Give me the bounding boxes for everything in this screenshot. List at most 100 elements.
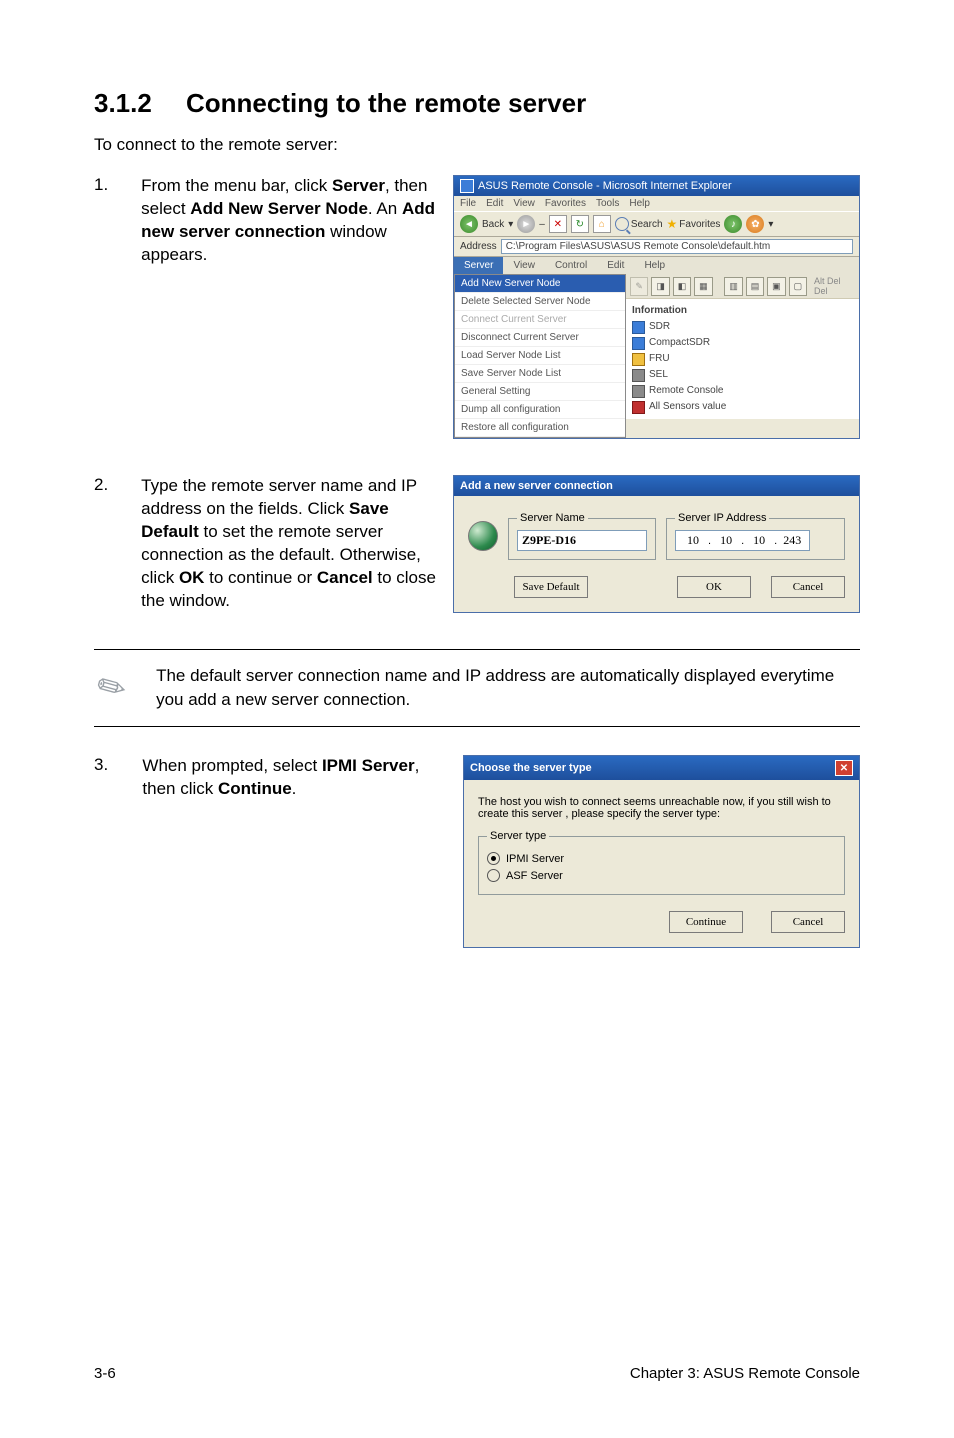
menu-add-new-server-node[interactable]: Add New Server Node — [455, 275, 625, 293]
server-ip-legend: Server IP Address — [675, 512, 769, 524]
app-menu-server[interactable]: Server — [454, 257, 503, 274]
remote-console-icon — [632, 385, 645, 398]
server-name-input[interactable] — [517, 530, 647, 551]
tool-icon[interactable]: ▤ — [746, 277, 764, 296]
choose-server-dialog: Choose the server type ✕ The host you wi… — [463, 755, 860, 948]
save-default-button[interactable]: Save Default — [514, 576, 588, 598]
radio-asf-label: ASF Server — [506, 870, 563, 882]
tree-sel[interactable]: SEL — [649, 367, 668, 383]
menu-disconnect-current-server[interactable]: Disconnect Current Server — [455, 329, 625, 347]
radio-asf-server[interactable]: ASF Server — [487, 869, 836, 882]
ie-toolbar: ◄ Back ▾ ► – ✕ ↻ ⌂ Search ★Favorites ♪ ✿… — [454, 211, 859, 237]
search-button[interactable]: Search — [615, 217, 663, 231]
continue-button[interactable]: Continue — [669, 911, 743, 933]
tool-icon[interactable]: ▦ — [694, 277, 712, 296]
history-button[interactable]: ✿ — [746, 215, 764, 233]
step2-number: 2. — [94, 475, 141, 495]
section-number: 3.1.2 — [94, 88, 186, 119]
step3-number: 3. — [94, 755, 142, 775]
server-ip-input[interactable]: . . . — [675, 530, 810, 551]
home-button[interactable]: ⌂ — [593, 215, 611, 233]
server-name-legend: Server Name — [517, 512, 588, 524]
tool-icon[interactable]: ◨ — [651, 277, 669, 296]
tool-icon[interactable]: ▣ — [767, 277, 785, 296]
stop-button[interactable]: ✕ — [549, 215, 567, 233]
sel-icon — [632, 369, 645, 382]
section-title: Connecting to the remote server — [186, 88, 586, 118]
chapter-label: Chapter 3: ASUS Remote Console — [630, 1365, 860, 1382]
divider — [94, 726, 860, 727]
app-menu-view[interactable]: View — [503, 257, 545, 274]
globe-icon — [468, 521, 498, 551]
cancel-button[interactable]: Cancel — [771, 576, 845, 598]
intro-text: To connect to the remote server: — [94, 135, 860, 155]
ok-button[interactable]: OK — [677, 576, 751, 598]
media-button[interactable]: ♪ — [724, 215, 742, 233]
sdr-icon — [632, 321, 645, 334]
star-icon: ★ — [667, 217, 678, 231]
tree-remote-console[interactable]: Remote Console — [649, 383, 723, 399]
back-button[interactable]: ◄ — [460, 215, 478, 233]
forward-button[interactable]: ► — [517, 215, 535, 233]
step1-number: 1. — [94, 175, 141, 195]
ie-menu-file[interactable]: File — [460, 198, 476, 209]
add-connection-dialog: Add a new server connection Server Name … — [453, 475, 860, 613]
app-menubar: Server View Control Edit Help — [454, 257, 859, 274]
fru-icon — [632, 353, 645, 366]
radio-ipmi-server[interactable]: IPMI Server — [487, 852, 836, 865]
tree-fru[interactable]: FRU — [649, 351, 670, 367]
tree-sdr[interactable]: SDR — [649, 319, 670, 335]
ip-octet-1[interactable] — [678, 532, 708, 549]
address-field[interactable]: C:\Program Files\ASUS\ASUS Remote Consol… — [501, 239, 853, 254]
add-dialog-titlebar: Add a new server connection — [454, 476, 859, 496]
section-heading: 3.1.2Connecting to the remote server — [94, 88, 860, 119]
step1-text: From the menu bar, click Server, then se… — [141, 175, 443, 267]
radio-off-icon — [487, 869, 500, 882]
ie-titlebar: ASUS Remote Console - Microsoft Internet… — [454, 176, 859, 196]
radio-ipmi-label: IPMI Server — [506, 853, 564, 865]
server-ip-fieldset: Server IP Address . . . — [666, 512, 845, 560]
tree-title: Information — [632, 303, 687, 319]
ie-menu-help[interactable]: Help — [629, 198, 650, 209]
tree-compactsdr[interactable]: CompactSDR — [649, 335, 710, 351]
tool-icon[interactable]: ▢ — [789, 277, 807, 296]
menu-save-server-node-list[interactable]: Save Server Node List — [455, 365, 625, 383]
app-menu-control[interactable]: Control — [545, 257, 597, 274]
cancel-button[interactable]: Cancel — [771, 911, 845, 933]
menu-general-setting[interactable]: General Setting — [455, 383, 625, 401]
app-menu-help[interactable]: Help — [634, 257, 675, 274]
ie-menu-tools[interactable]: Tools — [596, 198, 619, 209]
ie-menu-edit[interactable]: Edit — [486, 198, 503, 209]
server-name-fieldset: Server Name — [508, 512, 656, 560]
ie-addressbar: Address C:\Program Files\ASUS\ASUS Remot… — [454, 237, 859, 257]
step2-text: Type the remote server name and IP addre… — [141, 475, 443, 613]
note-text: The default server connection name and I… — [156, 664, 860, 712]
note-block: ✎ The default server connection name and… — [94, 650, 860, 726]
ip-octet-3[interactable] — [744, 532, 774, 549]
close-icon[interactable]: ✕ — [835, 760, 853, 776]
ip-octet-4[interactable] — [777, 532, 807, 549]
page-footer: 3-6 Chapter 3: ASUS Remote Console — [94, 1365, 860, 1382]
menu-load-server-node-list[interactable]: Load Server Node List — [455, 347, 625, 365]
tree-all-sensors[interactable]: All Sensors value — [649, 399, 726, 415]
menu-delete-selected-server-node[interactable]: Delete Selected Server Node — [455, 293, 625, 311]
add-dialog-title: Add a new server connection — [460, 480, 613, 492]
back-label: Back — [482, 219, 504, 230]
ie-logo-icon — [460, 179, 474, 193]
ie-menu-favorites[interactable]: Favorites — [545, 198, 586, 209]
app-menu-edit[interactable]: Edit — [597, 257, 634, 274]
radio-on-icon — [487, 852, 500, 865]
tool-icon[interactable]: ◧ — [673, 277, 691, 296]
ie-menubar: File Edit View Favorites Tools Help — [454, 196, 859, 211]
ip-octet-2[interactable] — [711, 532, 741, 549]
refresh-button[interactable]: ↻ — [571, 215, 589, 233]
tool-icon[interactable]: ▥ — [724, 277, 742, 296]
note-icon: ✎ — [84, 658, 139, 718]
menu-restore-all-configuration[interactable]: Restore all configuration — [455, 419, 625, 437]
ie-menu-view[interactable]: View — [513, 198, 535, 209]
menu-dump-all-configuration[interactable]: Dump all configuration — [455, 401, 625, 419]
server-type-fieldset: Server type IPMI Server ASF Server — [478, 830, 845, 895]
search-icon — [615, 217, 629, 231]
tool-icon[interactable]: ✎ — [630, 277, 648, 296]
favorites-button[interactable]: ★Favorites — [667, 217, 721, 231]
